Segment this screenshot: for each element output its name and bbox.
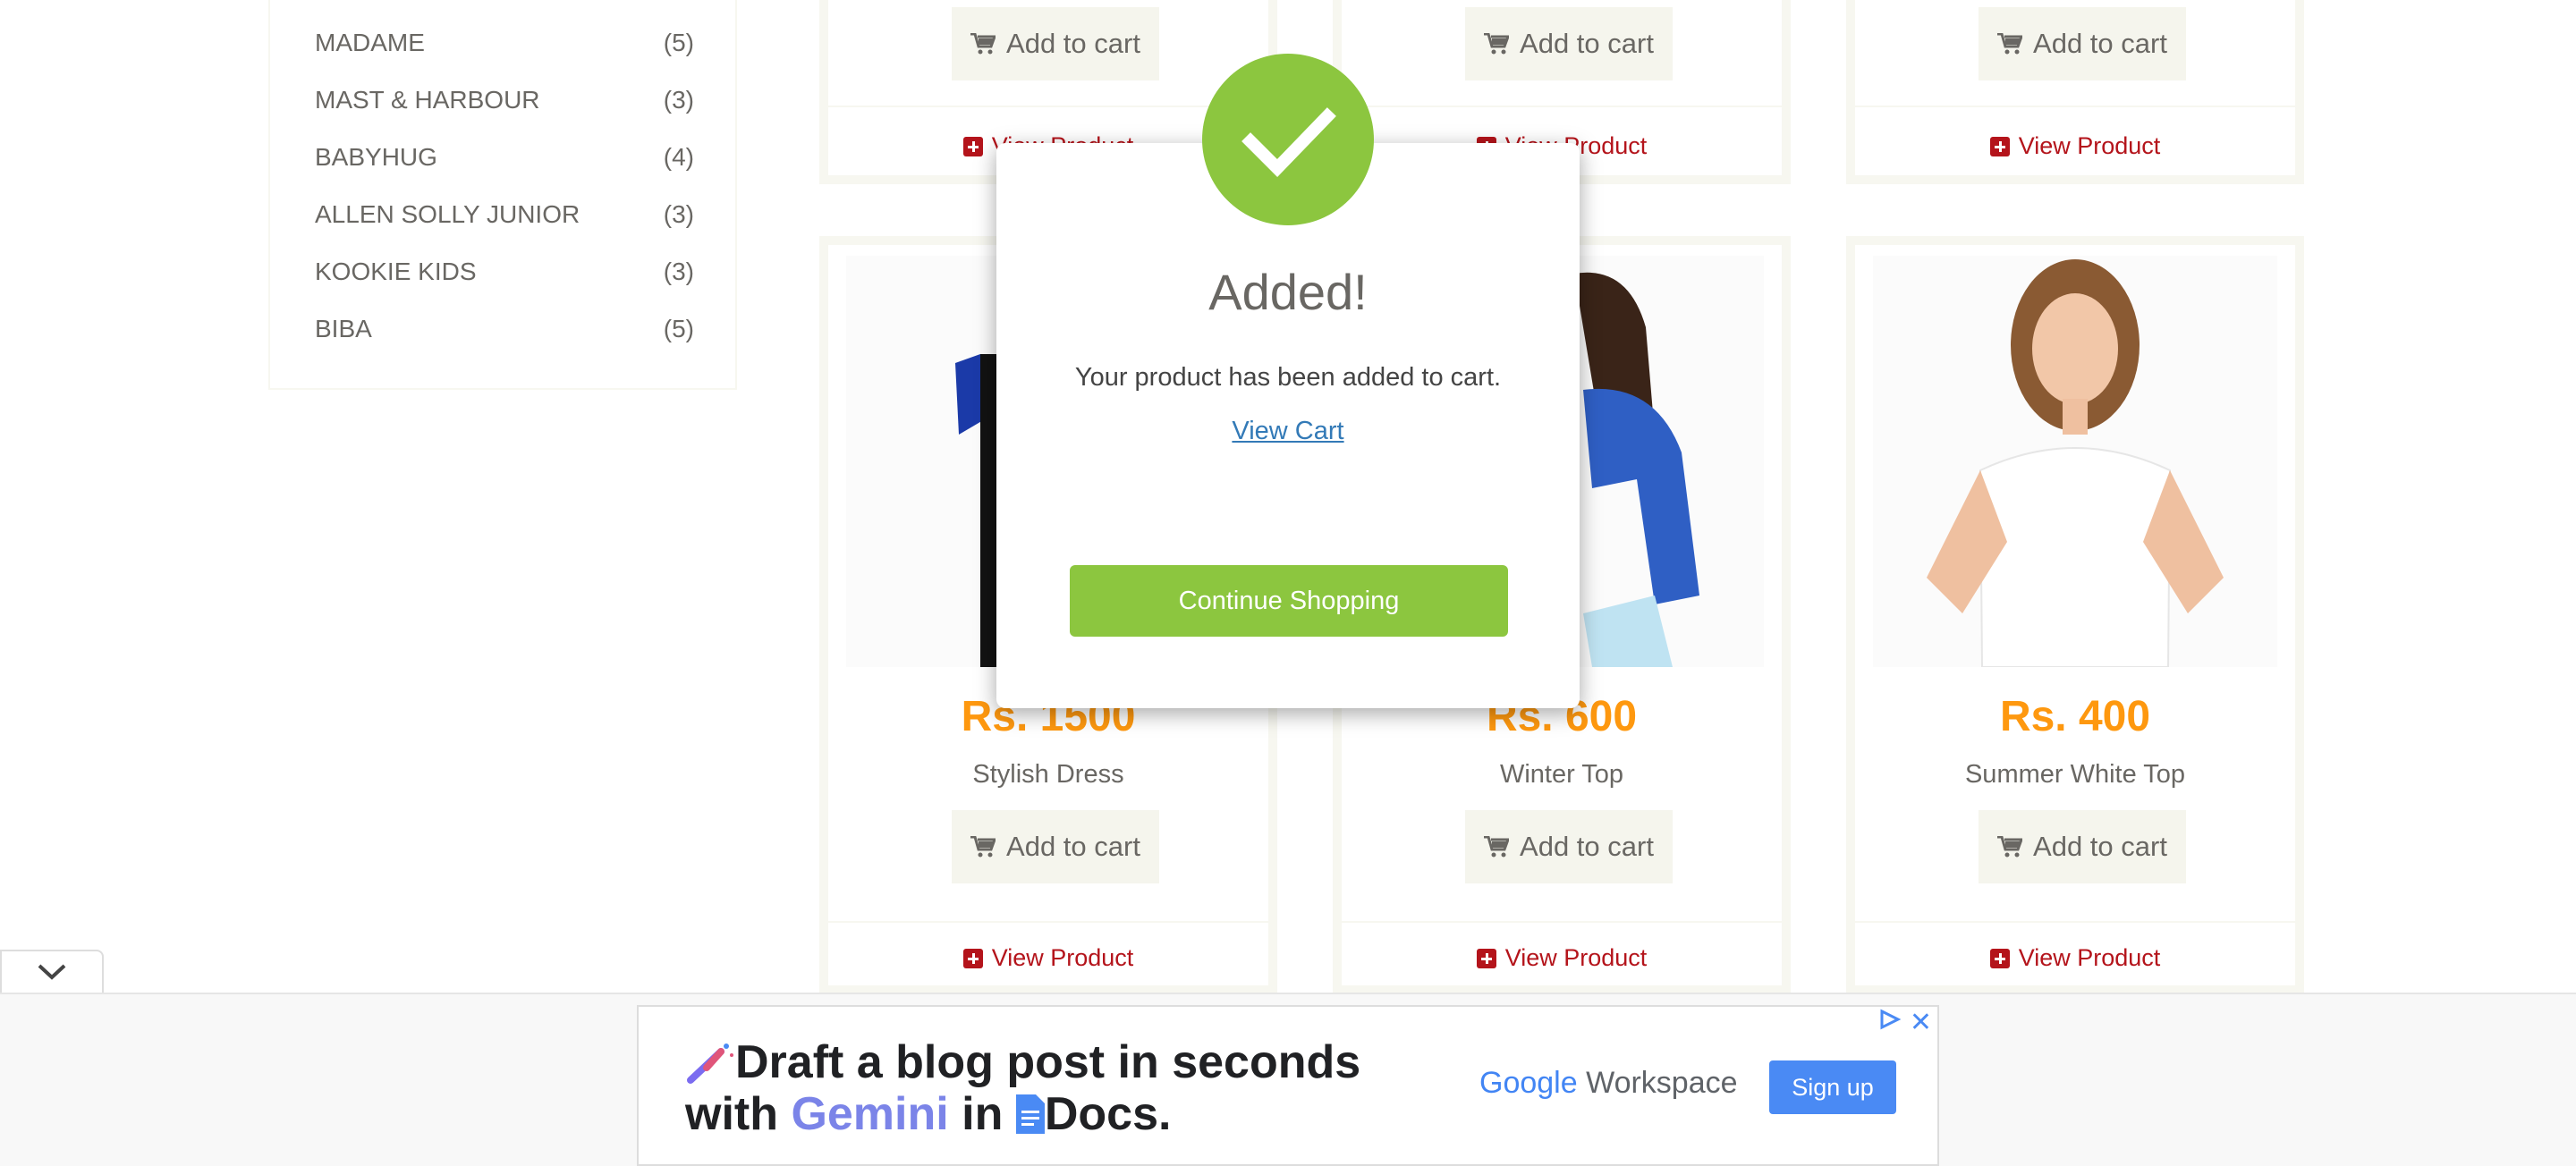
ad-line1-text: Draft a blog post in seconds (735, 1036, 1361, 1088)
divider (828, 921, 1268, 923)
close-icon[interactable]: ✕ (1910, 1007, 1932, 1038)
plus-square-icon (1476, 948, 1496, 968)
plus-square-icon (962, 136, 983, 156)
workspace-text: Workspace (1586, 1066, 1738, 1100)
view-product-label: View Product (2018, 132, 2161, 159)
divider (1342, 921, 1782, 923)
divider (1855, 106, 2295, 107)
google-workspace-logo: Google Workspace (1479, 1066, 1738, 1101)
view-product-label: View Product (2018, 944, 2161, 971)
brand-item-babyhug[interactable]: BABYHUG (4) (315, 139, 694, 175)
brand-count: (5) (663, 315, 694, 342)
modal-message: Your product has been added to cart. (1074, 363, 1502, 392)
ad-docs-text: Docs. (1044, 1088, 1172, 1140)
chevron-down-icon (38, 964, 66, 980)
brand-name: KOOKIE KIDS (315, 258, 477, 285)
add-to-cart-label: Add to cart (2033, 28, 2167, 59)
success-check-icon (1202, 54, 1374, 225)
add-to-cart-label: Add to cart (1520, 831, 1654, 862)
brand-name: MAST & HARBOUR (315, 86, 540, 114)
view-product-link[interactable]: View Product (1855, 132, 2295, 160)
brand-count: (4) (663, 143, 694, 171)
product-name: Winter Top (1499, 760, 1624, 789)
view-cart-link[interactable]: View Cart (996, 417, 1580, 446)
view-product-link[interactable]: View Product (1855, 944, 2295, 972)
plus-square-icon (1989, 136, 2010, 156)
cart-icon (1997, 33, 2023, 55)
brand-count: (3) (663, 200, 694, 228)
magic-wand-icon (687, 1043, 733, 1084)
cart-icon (970, 836, 996, 858)
add-to-cart-label: Add to cart (1006, 28, 1140, 59)
modal-title: Added! (1208, 264, 1368, 320)
brand-name: BABYHUG (315, 143, 437, 171)
view-product-label: View Product (1504, 944, 1648, 971)
add-to-cart-button[interactable]: Add to cart (952, 7, 1159, 80)
sign-up-button[interactable]: Sign up (1769, 1060, 1896, 1114)
google-logo-text: Google (1479, 1066, 1578, 1100)
continue-shopping-button[interactable]: Continue Shopping (1070, 565, 1508, 637)
docs-icon (1015, 1094, 1045, 1134)
added-to-cart-modal: Added! Your product has been added to ca… (996, 143, 1580, 708)
ad-line2-in: in (962, 1088, 1004, 1140)
product-card: Add to cart View Product (1846, 0, 2304, 184)
cart-icon (1484, 836, 1510, 858)
ad-gemini-text: Gemini (791, 1088, 949, 1140)
brand-item-madame[interactable]: MADAME (5) (315, 25, 694, 61)
add-to-cart-button[interactable]: Add to cart (952, 810, 1159, 883)
add-to-cart-label: Add to cart (2033, 831, 2167, 862)
ad-line2-prefix: with (685, 1088, 778, 1140)
view-product-label: View Product (991, 944, 1134, 971)
plus-square-icon (1989, 948, 2010, 968)
google-workspace-ad[interactable]: Draft a blog post in seconds with Gemini… (637, 1005, 1939, 1166)
add-to-cart-label: Add to cart (1006, 831, 1140, 862)
brand-item-kookie-kids[interactable]: KOOKIE KIDS (3) (315, 254, 694, 290)
brand-name: ALLEN SOLLY JUNIOR (315, 200, 580, 228)
brand-count: (5) (663, 29, 694, 56)
cart-icon (1997, 836, 2023, 858)
add-to-cart-button[interactable]: Add to cart (1979, 810, 2186, 883)
cart-icon (970, 33, 996, 55)
collapse-ad-button[interactable] (0, 950, 104, 993)
product-name: Stylish Dress (972, 760, 1124, 789)
brand-count: (3) (663, 86, 694, 114)
view-product-link[interactable]: View Product (828, 944, 1268, 972)
brand-item-biba[interactable]: BIBA (5) (315, 311, 694, 347)
product-name: Summer White Top (1964, 760, 2186, 789)
ad-headline-line1: Draft a blog post in seconds (685, 1035, 1360, 1089)
brand-count: (3) (663, 258, 694, 285)
cart-icon (1484, 33, 1510, 55)
brand-name: BIBA (315, 315, 372, 342)
product-card-summer-white-top: Rs. 400 Summer White Top Add to cart Vie… (1846, 236, 2304, 994)
add-to-cart-button[interactable]: Add to cart (1465, 7, 1673, 80)
divider (1342, 106, 1782, 107)
product-price: Rs. 400 (1999, 693, 2151, 740)
product-image (1873, 256, 2277, 667)
divider (1855, 921, 2295, 923)
brand-name: MADAME (315, 29, 425, 56)
ad-headline-line2: with Gemini in Docs. (685, 1087, 1171, 1141)
page: MADAME (5) MAST & HARBOUR (3) BABYHUG (4… (0, 0, 2576, 1166)
view-product-link[interactable]: View Product (1342, 944, 1782, 972)
brand-item-allen-solly-junior[interactable]: ALLEN SOLLY JUNIOR (3) (315, 197, 694, 232)
add-to-cart-button[interactable]: Add to cart (1465, 810, 1673, 883)
brands-panel: MADAME (5) MAST & HARBOUR (3) BABYHUG (4… (268, 0, 737, 390)
add-to-cart-label: Add to cart (1520, 28, 1654, 59)
add-to-cart-button[interactable]: Add to cart (1979, 7, 2186, 80)
adchoices-icon[interactable] (1878, 1009, 1902, 1030)
brand-item-mast-harbour[interactable]: MAST & HARBOUR (3) (315, 82, 694, 118)
plus-square-icon (962, 948, 983, 968)
